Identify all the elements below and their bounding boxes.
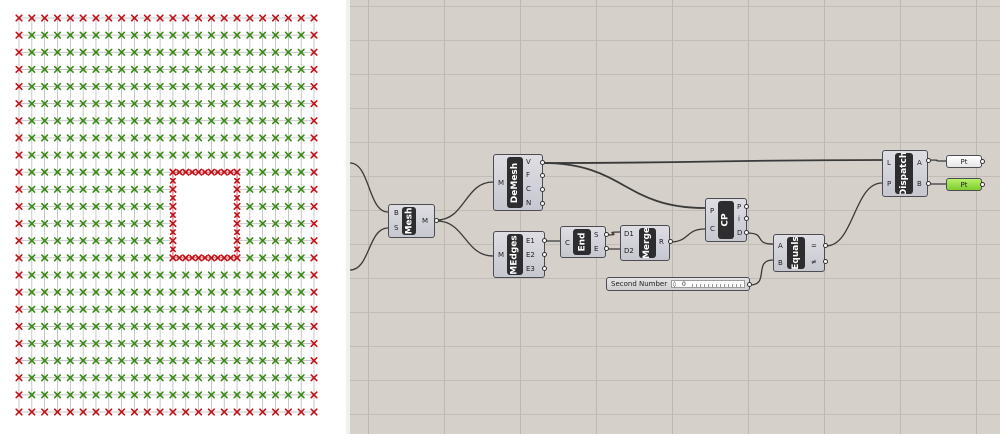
grip[interactable] xyxy=(542,238,547,243)
rhino-viewport[interactable] xyxy=(0,0,346,434)
equals-name: Equals xyxy=(787,237,805,269)
cp-output-d: D xyxy=(737,229,743,237)
mesh-output-m: M xyxy=(422,217,429,225)
mesh-hole xyxy=(173,173,237,257)
grip[interactable] xyxy=(604,246,609,251)
dispatch-output-a: A xyxy=(917,159,922,167)
grip[interactable] xyxy=(926,158,931,163)
end-input-c: C xyxy=(565,239,570,247)
closest-point-component[interactable]: P C CP P i D xyxy=(705,198,747,242)
demesh-name: DeMesh xyxy=(507,157,523,208)
wire-merge-cp xyxy=(669,228,706,243)
grip[interactable] xyxy=(744,204,749,209)
wire-mesh-medges xyxy=(436,220,494,257)
slider-ticks xyxy=(692,281,742,287)
grip[interactable] xyxy=(747,282,752,287)
slider-value: 0 xyxy=(682,281,686,288)
cp-name: CP xyxy=(718,201,734,239)
dispatch-name: Dispatch xyxy=(895,153,913,194)
merge-name: Merge xyxy=(639,228,656,258)
medges-input-m: M xyxy=(498,251,505,259)
grip[interactable] xyxy=(980,182,985,187)
grip[interactable] xyxy=(668,239,673,244)
grip[interactable] xyxy=(926,181,931,186)
merge-input-d1: D1 xyxy=(624,230,634,238)
slider-knob-icon[interactable]: ◊ xyxy=(673,281,676,288)
merge-output-r: R xyxy=(659,238,664,246)
grip[interactable] xyxy=(434,218,439,223)
demesh-output-f: F xyxy=(526,171,531,179)
grasshopper-canvas[interactable]: B S Mesh M M DeMesh V F C N M MEdges E1 … xyxy=(350,0,1000,434)
medges-output-e2: E2 xyxy=(526,251,535,259)
grip[interactable] xyxy=(744,216,749,221)
medges-output-e3: E3 xyxy=(526,265,535,273)
mesh-component[interactable]: B S Mesh M xyxy=(388,204,435,238)
equals-input-b: B xyxy=(778,259,783,267)
merge-component[interactable]: D1 D2 Merge R xyxy=(620,225,670,261)
equals-input-a: A xyxy=(778,242,783,250)
grip[interactable] xyxy=(540,187,545,192)
dispatch-component[interactable]: L P Dispatch A B xyxy=(882,150,928,197)
medges-output-e1: E1 xyxy=(526,237,535,245)
wire-vertices-points xyxy=(542,162,706,209)
merge-input-d2: D2 xyxy=(624,247,634,255)
grip[interactable] xyxy=(540,201,545,206)
medges-name: MEdges xyxy=(507,234,523,275)
mesh-input-b: B xyxy=(394,209,399,217)
mesh-name: Mesh xyxy=(402,207,416,235)
demesh-output-c: C xyxy=(526,185,531,193)
grip[interactable] xyxy=(604,232,609,237)
wire-mesh-demesh xyxy=(436,181,494,221)
dispatch-input-p: P xyxy=(887,180,892,188)
grip[interactable] xyxy=(744,230,749,235)
end-output-s: S xyxy=(594,231,599,239)
grip[interactable] xyxy=(980,159,985,164)
cp-input-c: C xyxy=(710,225,715,233)
wire-settings-in xyxy=(350,227,389,271)
wire-equals-dispatch xyxy=(825,182,883,247)
grip[interactable] xyxy=(540,160,545,165)
grip[interactable] xyxy=(823,259,828,264)
wire-brep-in xyxy=(350,162,389,213)
grip[interactable] xyxy=(542,252,547,257)
equals-output-neq: ≠ xyxy=(811,258,817,266)
demesh-output-n: N xyxy=(526,199,532,207)
point-param-a[interactable]: Pt xyxy=(946,155,982,168)
cp-input-p: P xyxy=(710,207,715,215)
cp-output-p: P xyxy=(737,203,742,211)
cp-output-i: i xyxy=(738,215,740,223)
wire-distance-equals xyxy=(746,232,774,245)
end-name: End xyxy=(573,229,591,255)
mesh-input-s: S xyxy=(394,224,399,232)
demesh-output-v: V xyxy=(526,158,531,166)
wires-layer xyxy=(350,159,947,286)
point-grid-viewport-drawing xyxy=(15,14,318,416)
end-component[interactable]: C End S E xyxy=(560,226,606,258)
medges-component[interactable]: M MEdges E1 E2 E3 xyxy=(493,231,545,278)
dispatch-output-b: B xyxy=(917,180,922,188)
wire-vertices-list xyxy=(542,159,883,164)
end-output-e: E xyxy=(594,245,599,253)
grip[interactable] xyxy=(540,173,545,178)
grip[interactable] xyxy=(823,243,828,248)
equals-component[interactable]: A B Equals = ≠ xyxy=(773,234,825,272)
second-number-slider[interactable]: Second Number ◊ 0 xyxy=(606,277,750,291)
dispatch-input-l: L xyxy=(887,159,891,167)
point-param-b[interactable]: Pt xyxy=(946,178,982,191)
demesh-component[interactable]: M DeMesh V F C N xyxy=(493,154,543,211)
equals-output-eq: = xyxy=(811,242,817,250)
wire-slider-equals xyxy=(749,259,774,286)
point-param-b-label: Pt xyxy=(960,181,968,189)
demesh-input-m: M xyxy=(498,179,505,187)
slider-label: Second Number xyxy=(611,280,668,288)
grip[interactable] xyxy=(542,266,547,271)
slider-track[interactable]: ◊ 0 xyxy=(671,280,745,288)
point-param-a-label: Pt xyxy=(960,158,968,166)
